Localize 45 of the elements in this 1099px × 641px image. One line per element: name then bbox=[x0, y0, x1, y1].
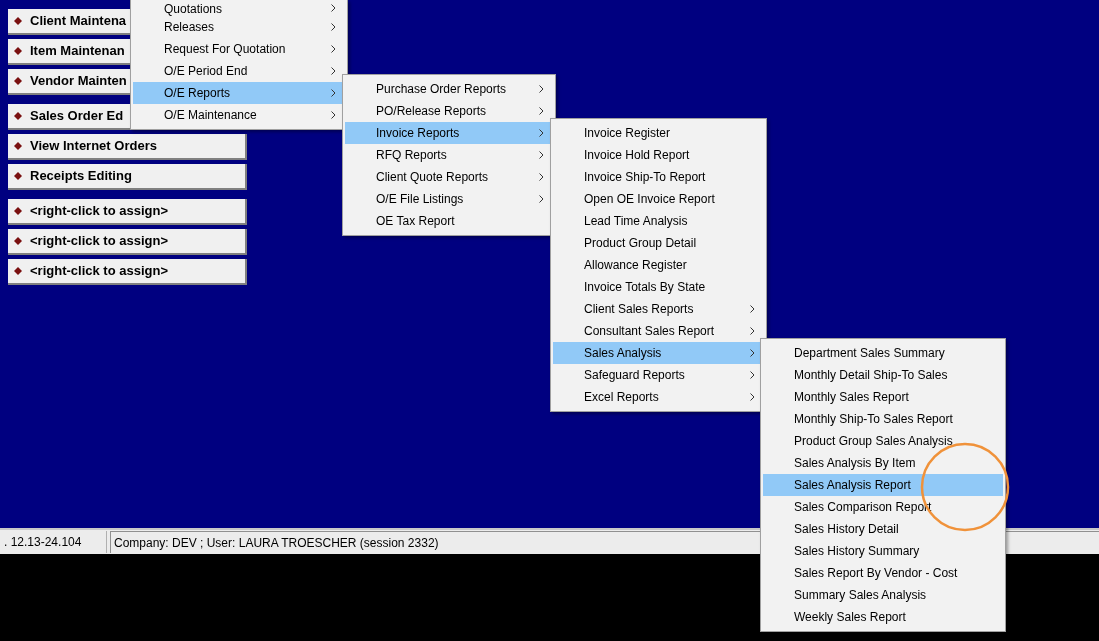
shortcut-button[interactable]: View Internet Orders bbox=[8, 134, 247, 160]
menu-item[interactable]: Client Quote Reports bbox=[345, 166, 553, 188]
menu-item[interactable]: PO/Release Reports bbox=[345, 100, 553, 122]
menu-item[interactable]: RFQ Reports bbox=[345, 144, 553, 166]
diamond-icon bbox=[14, 172, 22, 180]
menu-item[interactable]: Invoice Register bbox=[553, 122, 764, 144]
menu-item[interactable]: Invoice Totals By State bbox=[553, 276, 764, 298]
menu-item[interactable]: Invoice Hold Report bbox=[553, 144, 764, 166]
menu-item[interactable]: Sales Report By Vendor - Cost bbox=[763, 562, 1003, 584]
menu-item[interactable]: Open OE Invoice Report bbox=[553, 188, 764, 210]
menu-item[interactable]: Safeguard Reports bbox=[553, 364, 764, 386]
version-text: . 12.13-24.104 bbox=[0, 531, 107, 553]
menu-item[interactable]: Excel Reports bbox=[553, 386, 764, 408]
menu-item[interactable]: Invoice Reports bbox=[345, 122, 553, 144]
diamond-icon bbox=[14, 142, 22, 150]
menu-item[interactable]: Weekly Sales Report bbox=[763, 606, 1003, 628]
menu-item[interactable]: Lead Time Analysis bbox=[553, 210, 764, 232]
menu-item[interactable]: O/E File Listings bbox=[345, 188, 553, 210]
menu-item[interactable]: Monthly Ship-To Sales Report bbox=[763, 408, 1003, 430]
shortcut-button[interactable]: <right-click to assign> bbox=[8, 199, 247, 225]
menu-item[interactable]: O/E Reports bbox=[133, 82, 345, 104]
menu-item[interactable]: OE Tax Report bbox=[345, 210, 553, 232]
diamond-icon bbox=[14, 17, 22, 25]
shortcut-button[interactable]: <right-click to assign> bbox=[8, 259, 247, 285]
diamond-icon bbox=[14, 47, 22, 55]
menu-item[interactable]: Invoice Ship-To Report bbox=[553, 166, 764, 188]
menu-item[interactable]: Allowance Register bbox=[553, 254, 764, 276]
menu-item[interactable]: Monthly Detail Ship-To Sales bbox=[763, 364, 1003, 386]
menu-item[interactable]: Sales Analysis By Item bbox=[763, 452, 1003, 474]
menu-item[interactable]: Summary Sales Analysis bbox=[763, 584, 1003, 606]
diamond-icon bbox=[14, 112, 22, 120]
menu-item[interactable]: Purchase Order Reports bbox=[345, 78, 553, 100]
diamond-icon bbox=[14, 207, 22, 215]
menu-item[interactable]: Product Group Detail bbox=[553, 232, 764, 254]
menu-item[interactable]: Client Sales Reports bbox=[553, 298, 764, 320]
diamond-icon bbox=[14, 77, 22, 85]
shortcut-button[interactable]: Receipts Editing bbox=[8, 164, 247, 190]
menu-item[interactable]: Product Group Sales Analysis bbox=[763, 430, 1003, 452]
diamond-icon bbox=[14, 267, 22, 275]
diamond-icon bbox=[14, 237, 22, 245]
menu-item[interactable]: Sales Analysis Report bbox=[763, 474, 1003, 496]
menu-item[interactable]: Department Sales Summary bbox=[763, 342, 1003, 364]
menu-item[interactable]: Monthly Sales Report bbox=[763, 386, 1003, 408]
menu-item[interactable]: Consultant Sales Report bbox=[553, 320, 764, 342]
shortcut-button[interactable]: <right-click to assign> bbox=[8, 229, 247, 255]
